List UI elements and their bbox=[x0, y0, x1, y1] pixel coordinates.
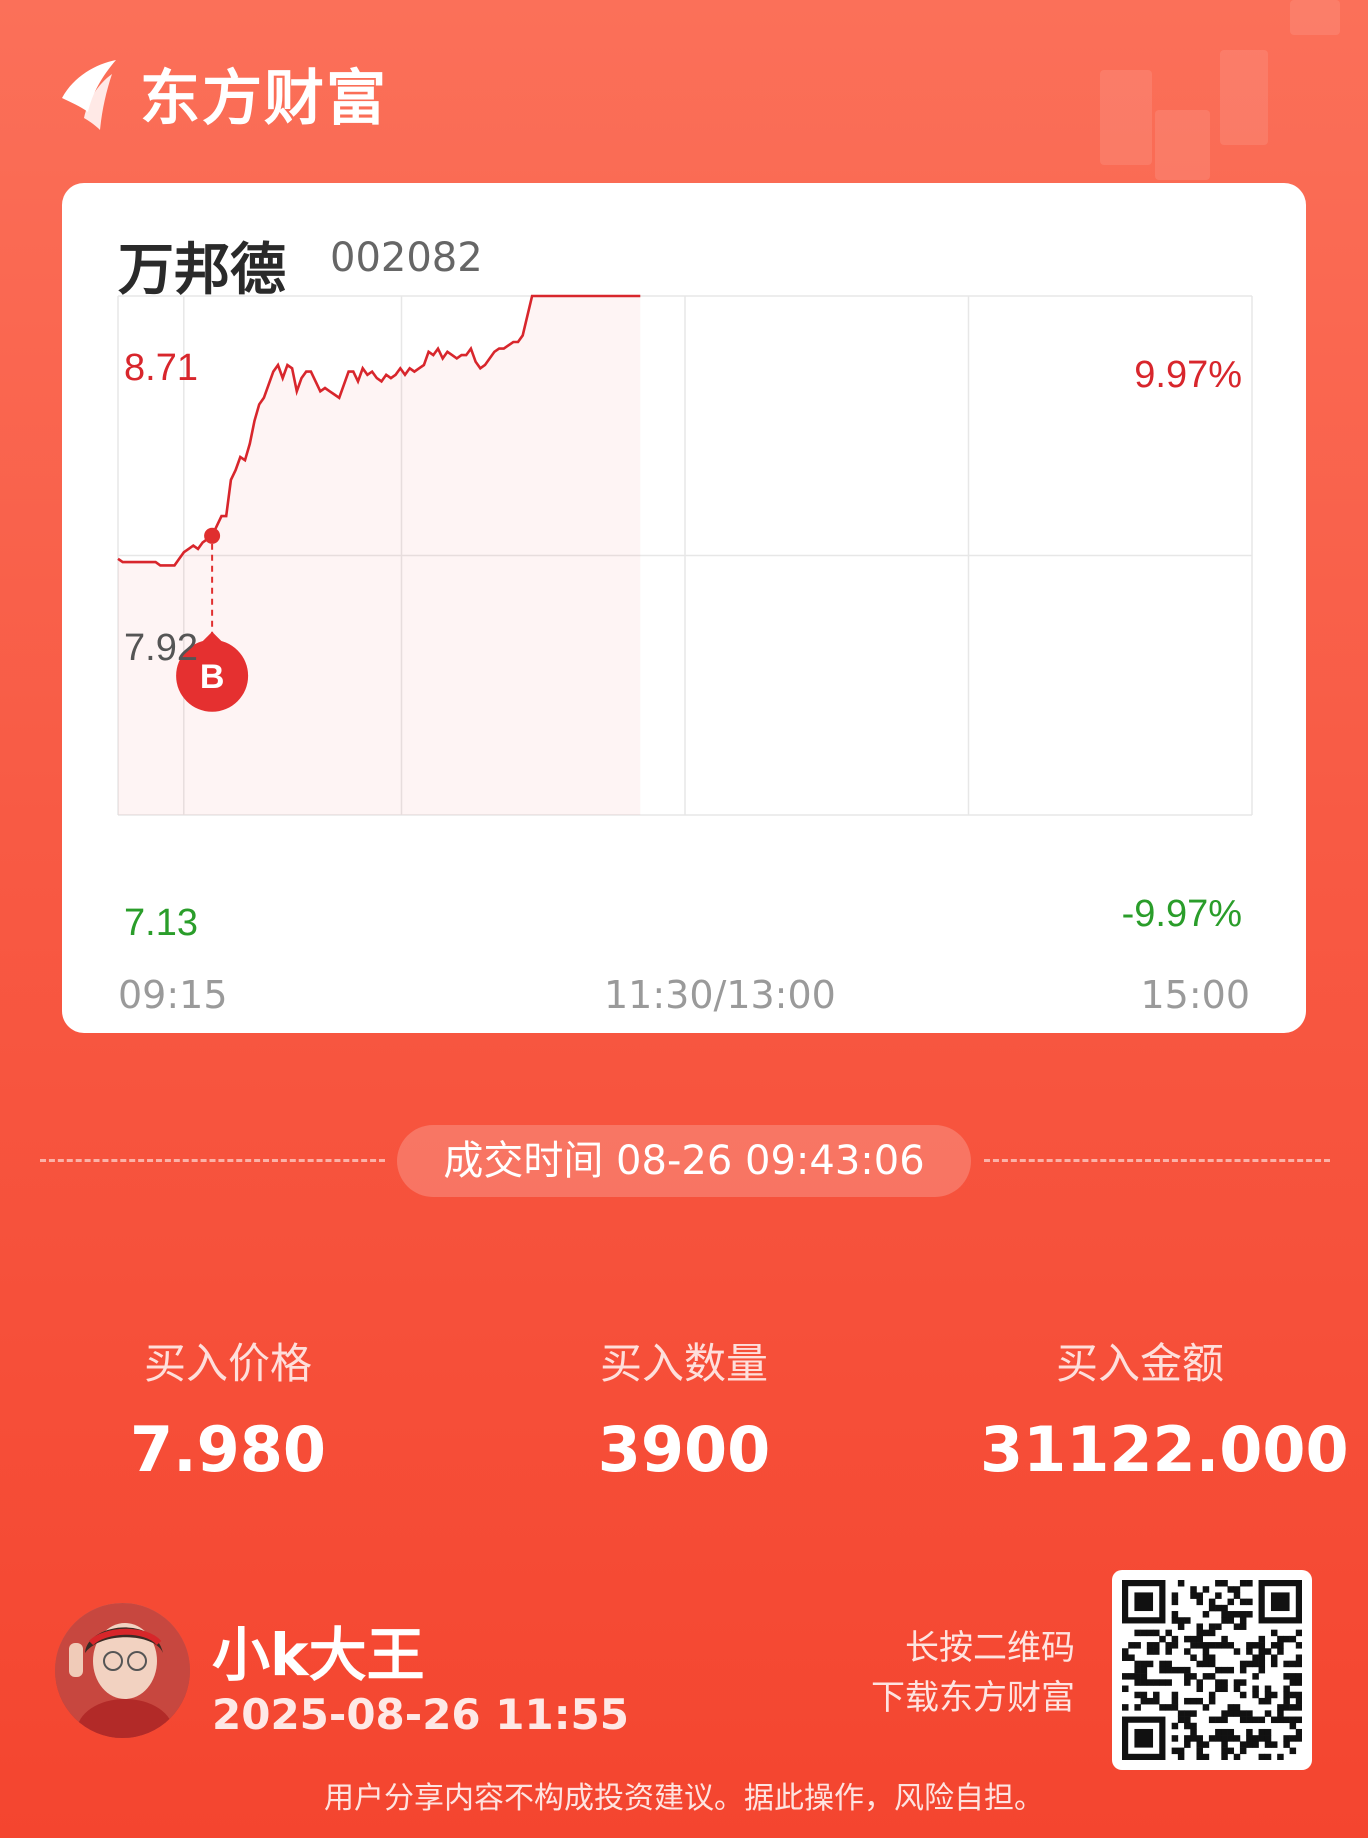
time-label-close: 15:00 bbox=[1140, 973, 1250, 1017]
avatar-portrait-icon bbox=[55, 1603, 190, 1738]
buy-qty-value: 3900 bbox=[597, 1413, 771, 1486]
buy-amount-label: 买入金额 bbox=[1055, 1339, 1224, 1388]
buy-point-dot bbox=[204, 527, 221, 544]
decorative-candle bbox=[1290, 0, 1340, 35]
intraday-chart: B 8.71 7.92 7.13 9.97% -9.97% bbox=[117, 294, 1253, 944]
trade-time-divider: 成交时间 08-26 09:43:06 bbox=[40, 1125, 1330, 1197]
stock-chart-card: 万邦德 002082 B 8.71 7.92 7.13 9.97% -9.97%… bbox=[62, 183, 1306, 1033]
buy-price-stat: 买入价格 7.980 bbox=[68, 1330, 388, 1486]
buy-amount-stat: 买入金额 31122.000 bbox=[980, 1330, 1349, 1486]
decorative-candle bbox=[1155, 110, 1210, 180]
pct-high-label: 9.97% bbox=[1134, 354, 1242, 396]
qr-code[interactable] bbox=[1112, 1570, 1312, 1770]
qr-hint: 长按二维码 下载东方财富 bbox=[871, 1623, 1075, 1723]
decorative-candle bbox=[1220, 50, 1268, 145]
decorative-candle bbox=[1100, 70, 1152, 165]
user-name: 小k大王 bbox=[212, 1621, 425, 1689]
price-low-label: 7.13 bbox=[124, 902, 198, 944]
post-time: 2025-08-26 11:55 bbox=[212, 1690, 629, 1739]
brand-header: 东方财富 bbox=[54, 50, 388, 137]
disclaimer: 用户分享内容不构成投资建议。据此操作，风险自担。 bbox=[324, 1781, 1044, 1816]
qr-hint-line2: 下载东方财富 bbox=[871, 1678, 1075, 1718]
qr-code-icon bbox=[1122, 1580, 1303, 1761]
buy-qty-label: 买入数量 bbox=[599, 1339, 768, 1388]
buy-marker-label: B bbox=[200, 658, 225, 696]
qr-hint-line1: 长按二维码 bbox=[905, 1628, 1075, 1668]
brand-name: 东方财富 bbox=[140, 64, 388, 134]
buy-amount-value: 31122.000 bbox=[980, 1413, 1349, 1486]
time-label-midday: 11:30/13:00 bbox=[604, 973, 836, 1017]
pct-low-label: -9.97% bbox=[1122, 893, 1242, 935]
price-mid-label: 7.92 bbox=[124, 627, 198, 669]
price-high-label: 8.71 bbox=[124, 347, 198, 389]
buy-qty-stat: 买入数量 3900 bbox=[524, 1330, 844, 1486]
dashed-divider-right bbox=[984, 1159, 1330, 1162]
time-label-open: 09:15 bbox=[118, 973, 228, 1017]
brand-logo-icon bbox=[62, 59, 116, 130]
buy-price-value: 7.980 bbox=[129, 1413, 327, 1486]
trade-time-pill: 成交时间 08-26 09:43:06 bbox=[397, 1125, 971, 1197]
user-avatar[interactable] bbox=[55, 1603, 190, 1738]
dashed-divider-left bbox=[40, 1159, 385, 1162]
buy-price-label: 买入价格 bbox=[143, 1339, 312, 1388]
